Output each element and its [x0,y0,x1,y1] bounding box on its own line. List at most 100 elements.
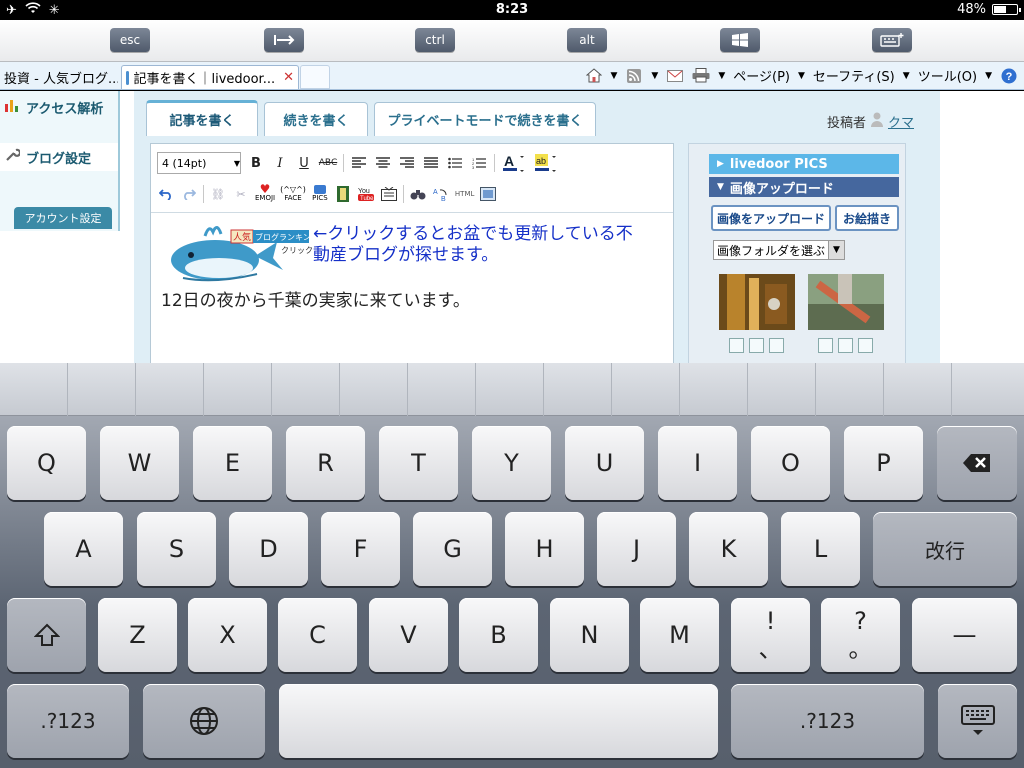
face-icon[interactable]: (^▽^) FACE [280,185,306,203]
browser-tab-editor[interactable]: 記事を書く｜livedoor... ✕ [121,65,299,89]
hide-keyboard-icon[interactable] [938,684,1017,758]
italic-icon[interactable]: I [271,153,289,173]
print-icon[interactable] [692,67,710,85]
key-d[interactable]: D [229,512,308,586]
windows-icon[interactable] [720,28,760,52]
candidate-cell[interactable] [68,363,136,416]
key-n[interactable]: N [550,598,629,672]
print-dropdown-icon[interactable]: ▼ [718,71,725,81]
replace-icon[interactable]: AB [432,185,450,203]
help-icon[interactable]: ? [1000,67,1018,85]
template-icon[interactable] [380,185,398,203]
redo-icon[interactable] [180,185,198,203]
space-key[interactable] [279,684,718,758]
backspace-icon[interactable] [937,426,1017,500]
article-body-text[interactable]: 12日の夜から千葉の実家に来ています。 [161,286,470,311]
film-icon[interactable] [334,185,352,203]
key-m[interactable]: M [640,598,719,672]
safety-menu[interactable]: セーフティ(S) [813,66,895,85]
insert-image-icon[interactable] [838,338,853,353]
ranking-link-text[interactable]: ←クリックするとお盆でも更新している不動産ブログが探せます。 [313,224,643,266]
key-b[interactable]: B [459,598,538,672]
image-thumbnail[interactable] [719,274,795,330]
key-w[interactable]: W [100,426,179,500]
key-q[interactable]: Q [7,426,86,500]
mail-icon[interactable] [666,67,684,85]
tab-private-more[interactable]: プライベートモードで続きを書く [374,102,596,136]
ctrl-key[interactable]: ctrl [415,28,455,52]
globe-icon[interactable] [143,684,265,758]
keyboard-plus-icon[interactable] [872,28,912,52]
browser-tab-ranking[interactable]: 投資 - 人気ブログ... [0,65,118,89]
candidate-cell[interactable] [272,363,340,416]
safety-menu-caret-icon[interactable]: ▼ [903,71,910,81]
preview-icon[interactable] [479,185,497,203]
poster-name-link[interactable]: クマ [888,112,914,131]
insert-image-icon[interactable] [858,338,873,353]
numbered-list-icon[interactable]: 123 [470,153,488,173]
draw-button[interactable]: お絵描き [835,205,899,231]
rss-dropdown-icon[interactable]: ▼ [651,71,658,81]
tab-close-icon[interactable]: ✕ [283,70,294,85]
insert-image-icon[interactable] [769,338,784,353]
align-left-icon[interactable] [350,153,368,173]
candidate-cell[interactable] [136,363,204,416]
key-x[interactable]: X [188,598,267,672]
bold-icon[interactable]: B [247,153,265,173]
home-icon[interactable] [585,67,603,85]
justify-icon[interactable] [422,153,440,173]
key-p[interactable]: P [844,426,923,500]
new-tab-button[interactable] [300,65,330,89]
editor-content[interactable]: 人気 ブログランキング クリック ←クリックするとお盆でも更新している不動産ブロ… [161,218,669,363]
unlink-icon[interactable]: ✂ [232,185,250,203]
key-u[interactable]: U [565,426,644,500]
insert-image-icon[interactable] [818,338,833,353]
candidate-cell[interactable] [408,363,476,416]
tab-switch-icon[interactable] [264,28,304,52]
rss-feed-icon[interactable] [625,67,643,85]
key-g[interactable]: G [413,512,492,586]
tab-write-article[interactable]: 記事を書く [146,100,258,136]
html-source-icon[interactable]: HTML [455,185,474,203]
candidate-cell[interactable] [884,363,952,416]
key-i[interactable]: I [658,426,737,500]
align-center-icon[interactable] [374,153,392,173]
return-key[interactable]: 改行 [873,512,1017,586]
highlight-color-icon[interactable]: ab [533,153,559,173]
candidate-cell[interactable] [204,363,272,416]
tools-menu[interactable]: ツール(O) [918,66,977,85]
insert-image-icon[interactable] [729,338,744,353]
key-question[interactable]: ? 。 [821,598,900,672]
key-l[interactable]: L [781,512,860,586]
numbers-key-left[interactable]: .?123 [7,684,129,758]
key-y[interactable]: Y [472,426,551,500]
sidebar-item-access[interactable]: アクセス解析 [0,93,118,121]
upload-image-button[interactable]: 画像をアップロード [711,205,831,231]
link-icon[interactable]: ⛓ [209,185,227,203]
find-icon[interactable] [409,185,427,203]
insert-image-icon[interactable] [749,338,764,353]
bullet-list-icon[interactable] [446,153,464,173]
image-thumbnail[interactable] [808,274,884,330]
key-j[interactable]: J [597,512,676,586]
font-size-select[interactable]: 4 (14pt) ▼ [157,152,241,174]
sidebar-item-blog-settings[interactable]: ブログ設定 [0,143,118,171]
candidate-cell[interactable] [816,363,884,416]
strikethrough-icon[interactable]: ABC [319,153,337,173]
underline-icon[interactable]: U [295,153,313,173]
account-settings-button[interactable]: アカウント設定 [14,207,112,229]
key-h[interactable]: H [505,512,584,586]
key-z[interactable]: Z [98,598,177,672]
shift-icon[interactable] [7,598,86,672]
key-a[interactable]: A [44,512,123,586]
candidate-cell[interactable] [0,363,68,416]
candidate-cell[interactable] [476,363,544,416]
ranking-banner-image[interactable]: 人気 ブログランキング クリック [165,222,319,284]
key-dash[interactable]: — [912,598,1017,672]
font-color-icon[interactable]: A [501,153,527,173]
youtube-icon[interactable]: You Tube [357,185,375,203]
align-right-icon[interactable] [398,153,416,173]
numbers-key-right[interactable]: .?123 [731,684,924,758]
tab-write-more[interactable]: 続きを書く [264,102,368,136]
pics-icon[interactable]: PICS [311,185,329,203]
